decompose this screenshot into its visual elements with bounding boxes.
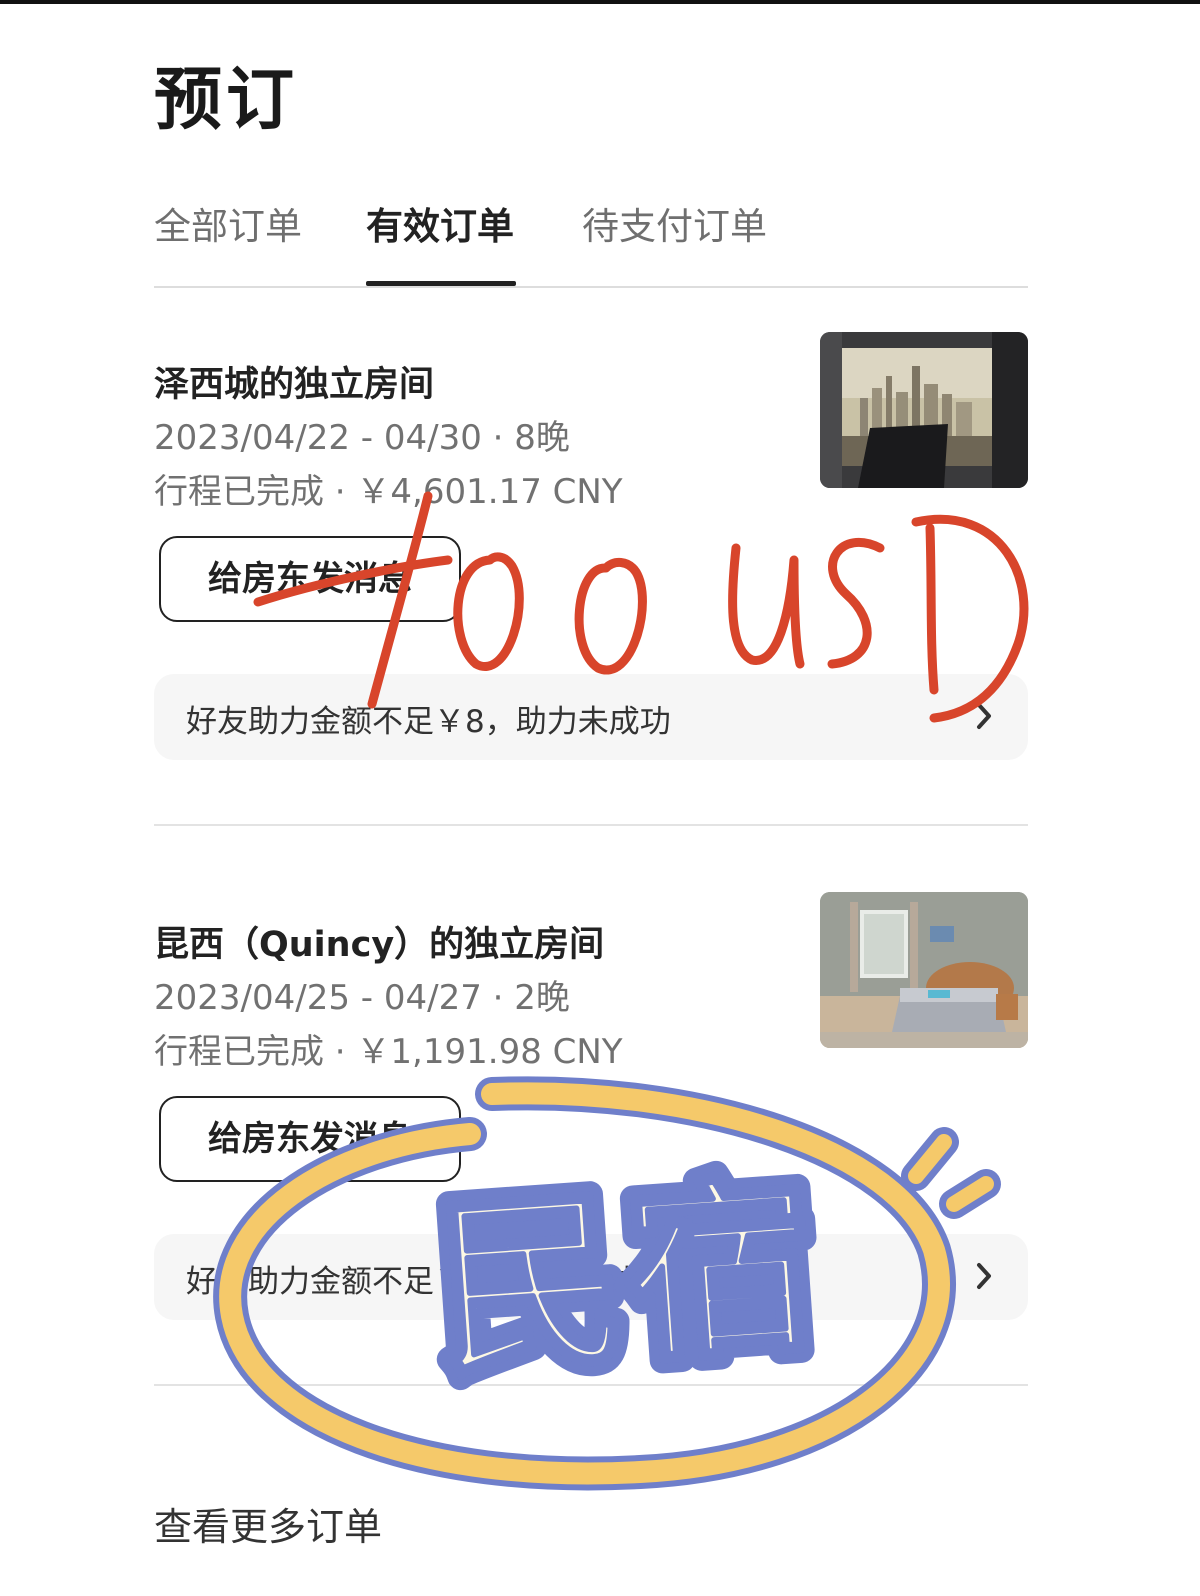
message-host-button[interactable]: 给房东发消息: [159, 1096, 461, 1182]
listing-photo[interactable]: [820, 332, 1028, 488]
assist-notice-row[interactable]: 好友助力金额不足￥8，助力未成功: [154, 1234, 1028, 1320]
order-status-price: 行程已完成 · ￥1,191.98 CNY: [154, 1032, 623, 1072]
page-title: 预订: [154, 61, 299, 140]
tabs-divider: [154, 286, 1028, 288]
tab-all-orders[interactable]: 全部订单: [154, 196, 302, 250]
order-dates: 2023/04/22 - 04/30 · 8晚: [154, 418, 570, 458]
tab-active-orders[interactable]: 有效订单: [366, 196, 514, 250]
order-status-price: 行程已完成 · ￥4,601.17 CNY: [154, 472, 623, 512]
order-divider: [154, 1384, 1028, 1386]
view-more-orders-link[interactable]: 查看更多订单: [154, 1496, 382, 1551]
assist-notice-text: 好友助力金额不足￥8，助力未成功: [186, 1264, 671, 1300]
order-title[interactable]: 昆西（Quincy）的独立房间: [154, 916, 604, 967]
order-title[interactable]: 泽西城的独立房间: [154, 356, 434, 407]
assist-notice-row[interactable]: 好友助力金额不足￥8，助力未成功: [154, 674, 1028, 760]
tab-pending-payment[interactable]: 待支付订单: [582, 196, 767, 250]
chevron-right-icon: [977, 703, 991, 729]
order-tabs: 全部订单 有效订单 待支付订单: [154, 196, 1028, 288]
sparkle-marks: [901, 1127, 1001, 1219]
top-edge-bar: [0, 0, 1200, 4]
chevron-right-icon: [977, 1263, 991, 1289]
order-dates: 2023/04/25 - 04/27 · 2晚: [154, 978, 570, 1018]
listing-photo[interactable]: [820, 892, 1028, 1048]
order-divider: [154, 824, 1028, 826]
message-host-button[interactable]: 给房东发消息: [159, 536, 461, 622]
assist-notice-text: 好友助力金额不足￥8，助力未成功: [186, 704, 671, 740]
